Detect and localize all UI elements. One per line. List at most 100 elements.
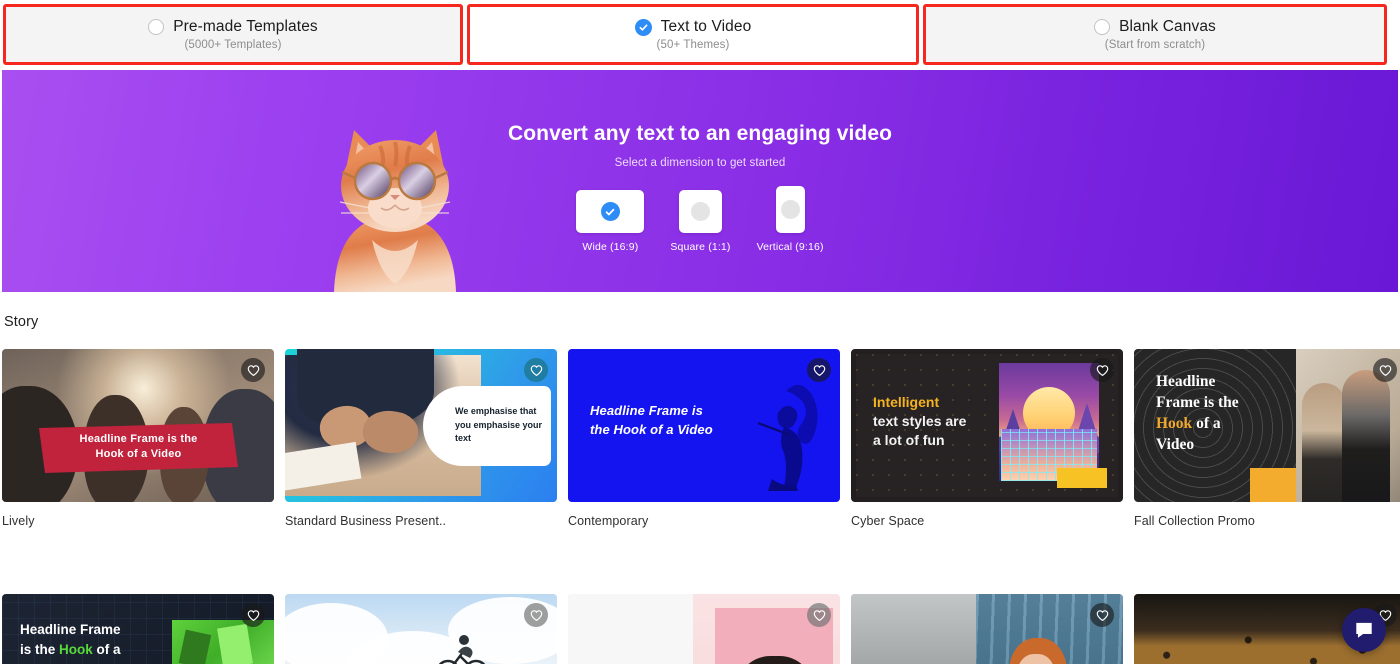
headline-ribbon: Headline Frame is the Hook of a Video (39, 423, 238, 473)
headline-line-1: Headline Frame is the (79, 433, 198, 445)
hero-heading: Convert any text to an engaging video (507, 122, 893, 145)
mode-tab-subtitle: (50+ Themes) (656, 39, 730, 51)
hero-content: Convert any text to an engaging video Se… (2, 70, 1398, 292)
headline-line-3: Hook of a (1156, 413, 1239, 434)
template-thumbnail[interactable]: Intelligent text styles are a lot of fun (851, 349, 1123, 502)
dimension-option-square[interactable]: Square (1:1) (670, 190, 730, 253)
favorite-heart-icon[interactable] (1090, 603, 1114, 627)
template-card-row2-2[interactable] (285, 594, 557, 664)
green-abstract-image (172, 620, 274, 664)
mode-tab-subtitle: (5000+ Templates) (184, 39, 282, 51)
hero-banner: Convert any text to an engaging video Se… (2, 70, 1398, 292)
template-thumbnail[interactable]: Headline Frame is the Hook of a Video (2, 349, 274, 502)
template-card-row2-4[interactable] (851, 594, 1123, 664)
template-card-cyber-space[interactable]: Intelligent text styles are a lot of fun… (851, 349, 1123, 528)
radio-checked-icon[interactable] (634, 18, 652, 36)
dimension-selector: Wide (16:9) Square (1:1) Vertical (9:16) (508, 186, 892, 253)
radio-unchecked-icon[interactable] (148, 19, 165, 35)
template-thumbnail[interactable] (568, 594, 840, 664)
template-thumbnail[interactable] (851, 594, 1123, 664)
dimension-thumb-vertical[interactable] (775, 186, 805, 233)
template-thumbnail[interactable]: Headline Frame is the Hook of a Video (1134, 349, 1400, 502)
cyclist-silhouette (438, 635, 486, 664)
headline-overlay: Intelligent text styles are a lot of fun (873, 393, 966, 450)
template-thumbnail[interactable] (285, 594, 557, 664)
template-grid-row-2: Headline Frame is the Hook of a (0, 594, 1400, 664)
dimension-option-wide[interactable]: Wide (16:9) (576, 190, 645, 253)
template-card-fall-collection-promo[interactable]: Headline Frame is the Hook of a Video Fa… (1134, 349, 1400, 528)
headline-line-2: Hook of a Video (95, 448, 182, 460)
dimension-thumb-square[interactable] (678, 190, 722, 233)
headline-line-4: Video (1156, 436, 1195, 453)
yellow-accent-block (1057, 468, 1107, 488)
headline-line-1: Headline Frame is (590, 403, 703, 418)
headline-line-2: the Hook of a Video (590, 422, 713, 437)
template-card-lively[interactable]: Headline Frame is the Hook of a Video Li… (2, 349, 274, 528)
cyclist-sky-image (285, 594, 557, 664)
pink-portrait-image (568, 594, 840, 664)
template-thumbnail[interactable]: Headline Frame is the Hook of a Video (568, 349, 840, 502)
template-card-label: Lively (2, 514, 35, 528)
favorite-heart-icon[interactable] (524, 358, 548, 382)
dimension-label: Square (1:1) (670, 241, 731, 253)
section-title-story: Story (4, 314, 39, 330)
mode-tab-title: Blank Canvas (1119, 18, 1216, 35)
cat-with-sunglasses-image (320, 112, 470, 292)
template-card-label: Standard Business Present.. (285, 514, 447, 528)
headline-hook-word: Hook (1156, 415, 1193, 432)
mode-tab-subtitle: (Start from scratch) (1104, 39, 1206, 51)
favorite-heart-icon[interactable] (524, 603, 548, 627)
mode-tab-pre-made-templates[interactable]: Pre-made Templates (5000+ Templates) (3, 4, 463, 65)
headline-overlay: Headline Frame is the Hook of a (20, 620, 121, 660)
template-thumbnail[interactable]: Headline Frame is the Hook of a (2, 594, 274, 664)
favorite-heart-icon[interactable] (241, 603, 265, 627)
headline-line-1: Headline Frame (20, 622, 121, 637)
quote-bubble: We emphasise that you emphasise your tex… (423, 385, 551, 466)
woman-on-phone-city-image (851, 594, 1123, 664)
headline-line-3: a lot of fun (873, 432, 945, 448)
mode-tab-title: Pre-made Templates (173, 18, 318, 35)
headline-line-1: Intelligent (873, 394, 940, 410)
headline-line-2: is the Hook of a (20, 640, 121, 660)
hero-subheading: Select a dimension to get started (614, 157, 786, 169)
headline-line-2: text styles are (873, 413, 967, 429)
template-thumbnail[interactable]: We emphasise that you emphasise your tex… (285, 349, 557, 502)
mode-selector-bar: Pre-made Templates (5000+ Templates) Tex… (0, 0, 1400, 70)
radio-unchecked-icon[interactable] (1094, 19, 1111, 35)
favorite-heart-icon[interactable] (807, 603, 831, 627)
favorite-heart-icon[interactable] (807, 358, 831, 382)
headline-overlay: Headline Frame is the Hook of a Video (590, 401, 713, 439)
headline-line-2-a: is the (20, 642, 60, 657)
synthwave-sunset-image (999, 363, 1099, 481)
dimension-option-vertical[interactable]: Vertical (9:16) (757, 186, 824, 253)
mode-tab-row: Pre-made Templates (148, 18, 318, 36)
headline-line-3-rest: of a (1192, 415, 1221, 432)
template-card-contemporary[interactable]: Headline Frame is the Hook of a Video Co… (568, 349, 840, 528)
favorite-heart-icon[interactable] (241, 358, 265, 382)
template-card-label: Contemporary (568, 514, 649, 528)
template-card-label: Fall Collection Promo (1134, 514, 1255, 528)
headline-line-2-c: of a (92, 642, 121, 657)
headline-hook-word: Hook (59, 642, 93, 657)
template-card-row2-1[interactable]: Headline Frame is the Hook of a (2, 594, 274, 664)
favorite-heart-icon[interactable] (1373, 358, 1397, 382)
dimension-label: Wide (16:9) (582, 241, 639, 253)
mode-tab-text-to-video[interactable]: Text to Video (50+ Themes) (467, 4, 919, 65)
mode-tab-title: Text to Video (660, 18, 752, 35)
hero-text-block: Convert any text to an engaging video Se… (508, 122, 892, 253)
dimension-label: Vertical (9:16) (756, 241, 824, 253)
empty-circle-icon (690, 202, 710, 221)
favorite-heart-icon[interactable] (1090, 358, 1114, 382)
template-card-label: Cyber Space (851, 514, 925, 528)
template-grid-row-1: Headline Frame is the Hook of a Video Li… (0, 349, 1400, 528)
chat-bubble-icon[interactable] (1342, 608, 1386, 652)
template-card-standard-business[interactable]: We emphasise that you emphasise your tex… (285, 349, 557, 528)
mode-tab-blank-canvas[interactable]: Blank Canvas (Start from scratch) (923, 4, 1387, 65)
headline-overlay: Headline Frame is the Hook of a Video (1156, 371, 1239, 455)
headline-line-1: Headline (1156, 373, 1216, 390)
archer-silhouette (757, 384, 818, 491)
dimension-thumb-wide[interactable] (576, 190, 645, 233)
mode-tab-row: Blank Canvas (1094, 18, 1216, 36)
template-card-row2-3[interactable] (568, 594, 840, 664)
empty-circle-icon (780, 200, 800, 219)
